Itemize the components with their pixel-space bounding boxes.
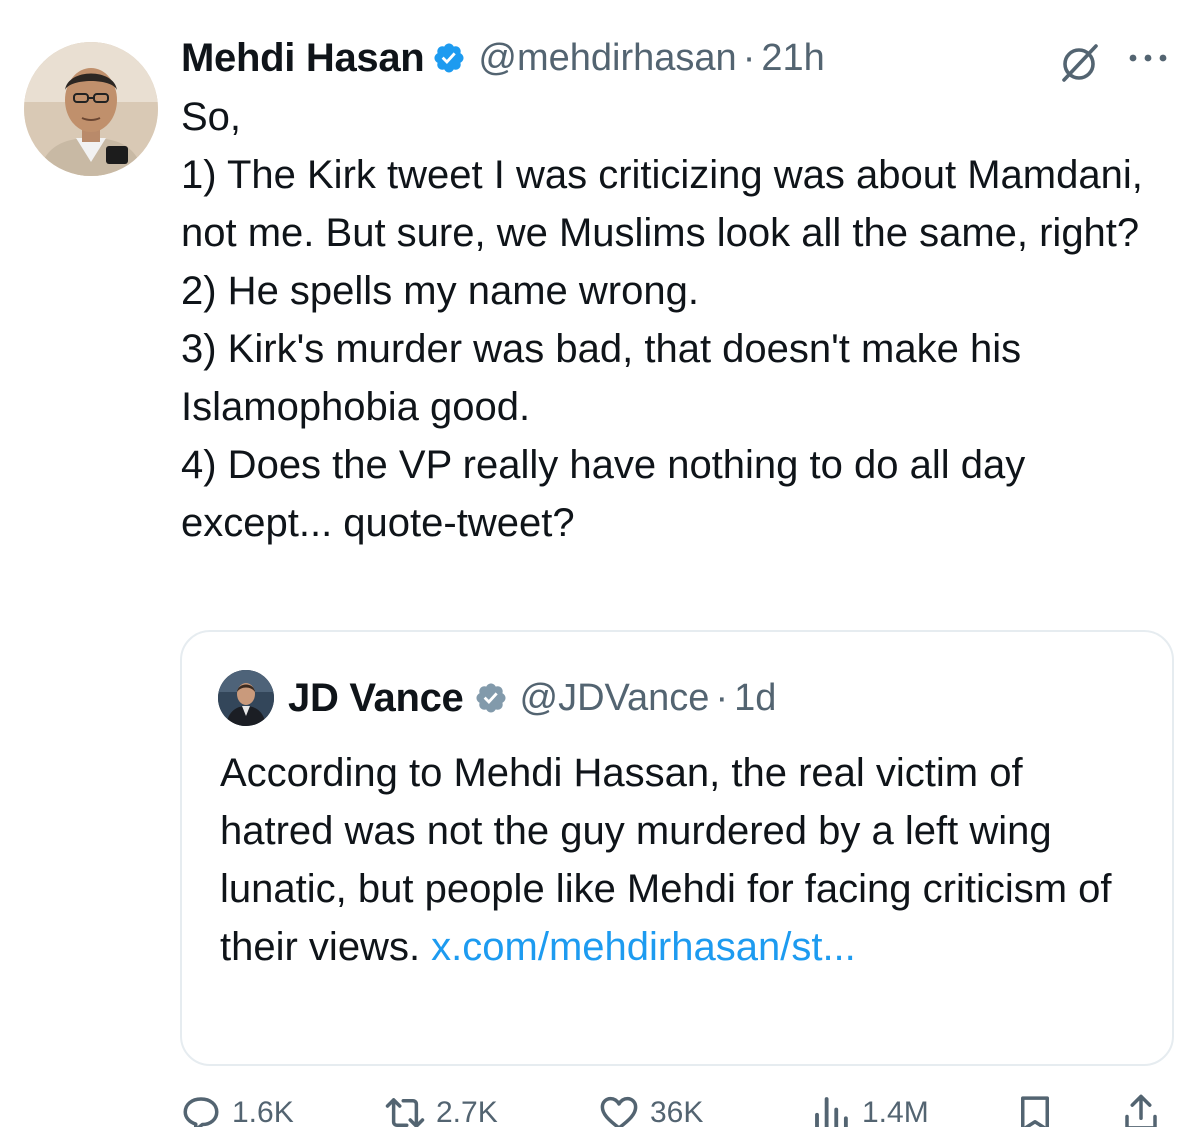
quoted-author-handle[interactable]: @JDVance bbox=[520, 677, 710, 720]
more-icon[interactable] bbox=[1126, 48, 1170, 68]
bookmark-button[interactable] bbox=[1014, 1092, 1056, 1127]
quoted-tweet-header: JD Vance @JDVance · 1d bbox=[288, 670, 776, 726]
retweet-count: 2.7K bbox=[436, 1096, 498, 1127]
retweet-icon bbox=[385, 1098, 425, 1127]
like-count: 36K bbox=[650, 1096, 704, 1127]
grok-icon[interactable] bbox=[1056, 40, 1102, 86]
quoted-author-avatar[interactable] bbox=[218, 670, 274, 726]
views-count: 1.4M bbox=[862, 1096, 929, 1127]
tweet-timestamp[interactable]: 21h bbox=[761, 37, 824, 80]
author-avatar[interactable] bbox=[24, 42, 158, 176]
quoted-header-separator: · bbox=[715, 676, 729, 719]
tweet[interactable]: Mehdi Hasan @mehdirhasan · 21h So, 1) Th… bbox=[0, 0, 1200, 1127]
author-name[interactable]: Mehdi Hasan bbox=[181, 36, 425, 81]
quoted-tweet-body: According to Mehdi Hassan, the real vict… bbox=[220, 744, 1140, 976]
bookmark-icon bbox=[1021, 1096, 1049, 1127]
tweet-body: So, 1) The Kirk tweet I was criticizing … bbox=[181, 95, 1143, 545]
retweet-button[interactable]: 2.7K bbox=[384, 1092, 498, 1127]
reply-button[interactable]: 1.6K bbox=[180, 1092, 294, 1127]
quoted-tweet-timestamp[interactable]: 1d bbox=[734, 677, 776, 720]
quoted-tweet-link[interactable]: x.com/mehdirhasan/st... bbox=[431, 925, 856, 969]
share-button[interactable] bbox=[1120, 1092, 1162, 1127]
views-icon bbox=[815, 1097, 848, 1127]
views-button[interactable]: 1.4M bbox=[810, 1092, 929, 1127]
header-separator: · bbox=[742, 36, 756, 79]
tweet-header: Mehdi Hasan @mehdirhasan · 21h bbox=[181, 30, 825, 86]
like-button[interactable]: 36K bbox=[598, 1092, 703, 1127]
action-bar: 1.6K 2.7K 36K 1.4M bbox=[0, 1088, 1200, 1127]
quoted-tweet[interactable]: JD Vance @JDVance · 1d According to Mehd… bbox=[180, 630, 1174, 1066]
verified-badge-icon bbox=[434, 43, 464, 73]
share-icon bbox=[1125, 1094, 1157, 1127]
heart-icon bbox=[600, 1096, 638, 1127]
verified-badge-icon bbox=[475, 683, 506, 713]
reply-count: 1.6K bbox=[232, 1096, 294, 1127]
quoted-author-name[interactable]: JD Vance bbox=[288, 676, 464, 721]
reply-icon bbox=[183, 1097, 219, 1127]
author-handle[interactable]: @mehdirhasan bbox=[478, 37, 736, 80]
